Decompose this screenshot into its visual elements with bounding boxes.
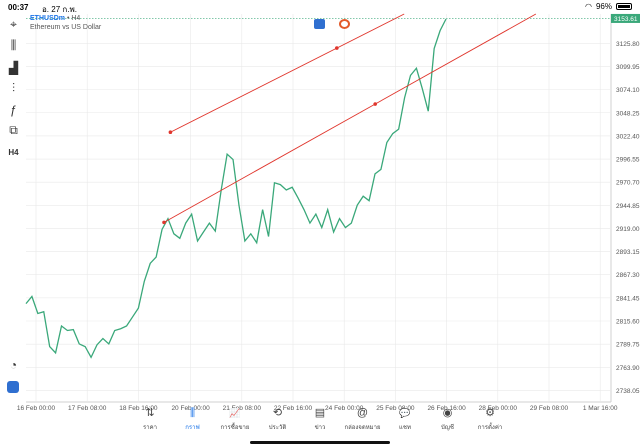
trendline-anchor-start <box>162 220 166 225</box>
nav-settings[interactable]: ⚙ การตั้งค่า <box>470 406 510 447</box>
trendline <box>170 13 405 133</box>
candlestick-icon[interactable]: ⫼ <box>6 38 21 53</box>
nav-label: กล่องจดหมาย <box>344 425 381 431</box>
chart-settings-icon[interactable]: ◔ <box>6 357 21 372</box>
news-icon: ▤ <box>314 407 326 419</box>
y-tick-label: 2919.00 <box>616 226 640 233</box>
account-icon: ◉ <box>442 407 453 419</box>
y-tick-label: 2893.15 <box>616 249 640 256</box>
trendline-anchor-end <box>373 102 378 106</box>
bar-chart-icon[interactable]: ▟ <box>6 60 21 75</box>
x-tick-label: 17 Feb 08:00 <box>68 405 107 412</box>
nav-label: ข่าว <box>314 425 326 431</box>
objects-icon[interactable]: ⧉ <box>6 123 21 138</box>
quotes-icon: ⇅ <box>145 407 155 419</box>
trendline <box>163 13 537 223</box>
y-tick-label: 2867.30 <box>616 272 640 279</box>
nav-quotes[interactable]: ⇅ ราคา <box>130 406 170 447</box>
chart-header: ETHUSDm • H4 Ethereum vs US Dollar <box>30 14 101 32</box>
y-tick-label: 2738.05 <box>616 388 640 395</box>
nav-label: บัญชี <box>441 425 454 431</box>
trade-icon: 📈 <box>229 408 241 418</box>
nav-label: แชท <box>399 425 411 431</box>
nav-label: ราคา <box>143 425 157 431</box>
nav-label: การซื้อขาย <box>220 425 250 431</box>
function-icon[interactable]: ƒ <box>6 102 21 117</box>
settings-icon: ⚙ <box>485 407 495 419</box>
y-tick-label: 2841.45 <box>616 295 640 302</box>
price-chart[interactable]: 3125.80 3099.95 3074.10 3048.25 3022.40 2996.… <box>0 0 640 447</box>
y-tick-label: 2970.70 <box>616 180 640 187</box>
mailbox-icon: @ <box>356 407 369 419</box>
y-tick-label: 2996.55 <box>616 157 640 164</box>
symbol-description: Ethereum vs US Dollar <box>30 24 102 31</box>
current-price-label: 3153.61 <box>614 16 638 23</box>
nav-label: การตั้งค่า <box>477 425 503 431</box>
nav-account[interactable]: ◉ บัญชี <box>428 406 468 447</box>
nav-trade[interactable]: 📈 การซื้อขาย <box>215 406 255 447</box>
x-tick-label: 29 Feb 08:00 <box>530 405 569 412</box>
nav-label: ประวัติ <box>268 425 287 431</box>
y-tick-label: 3125.80 <box>616 41 640 48</box>
one-click-trading-icon[interactable] <box>314 19 325 29</box>
chat-icon: 💬 <box>399 408 411 418</box>
y-tick-label: 3022.40 <box>616 133 640 140</box>
y-tick-label: 2944.85 <box>616 203 640 210</box>
home-indicator <box>250 441 390 444</box>
trendline-anchor-end <box>335 46 339 50</box>
trendline-anchor-start <box>168 130 173 135</box>
left-toolbar: ⌖ ⫼ ▟ ⫶ ƒ ⧉ H4 ◔ <box>0 14 26 404</box>
y-tick-label: 3074.10 <box>616 87 640 94</box>
nav-chat[interactable]: 💬 แชท <box>385 406 425 447</box>
chart-icon: ⫼ <box>189 407 196 419</box>
history-icon: ⟲ <box>272 407 283 419</box>
symbol-label[interactable]: ETHUSDm • H4 <box>30 14 101 23</box>
timeframe-label: • H4 <box>66 15 81 22</box>
crosshair-icon[interactable]: ⌖ <box>6 17 21 32</box>
one-click-icon[interactable] <box>7 381 19 393</box>
symbol-name: ETHUSDm <box>30 15 66 22</box>
x-tick-label: 16 Feb 00:00 <box>17 405 56 412</box>
price-line-series <box>25 18 447 359</box>
y-tick-label: 3048.25 <box>616 110 640 117</box>
indicators-icon[interactable]: ⫶ <box>6 81 21 96</box>
y-tick-label: 2789.75 <box>616 342 640 349</box>
nav-label: กราฟ <box>185 425 200 431</box>
y-tick-label: 2815.60 <box>616 319 640 326</box>
y-tick-label: 2763.90 <box>616 365 640 372</box>
x-tick-label: 1 Mar 16:00 <box>583 405 618 412</box>
signal-icon[interactable] <box>339 19 350 29</box>
nav-chart[interactable]: ⫼ กราฟ <box>173 406 213 447</box>
y-tick-label: 3099.95 <box>616 64 640 71</box>
timeframe-button[interactable]: H4 <box>6 145 21 160</box>
